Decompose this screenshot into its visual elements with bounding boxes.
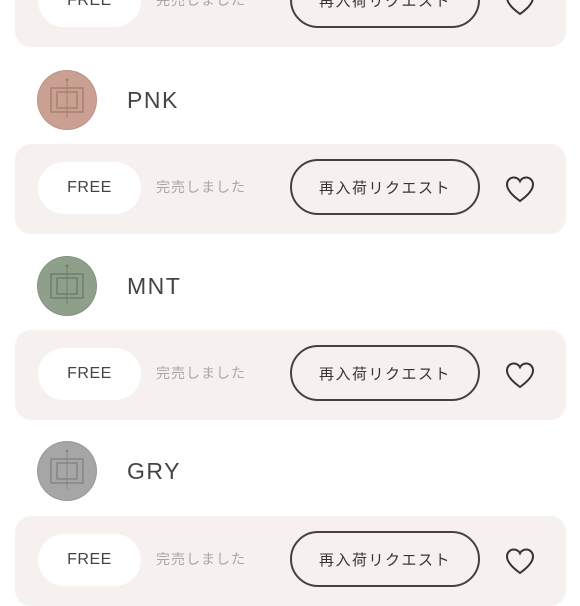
color-name: PNK (127, 87, 179, 113)
restock-request-label: 再入荷リクエスト (318, 178, 451, 197)
size-option-free[interactable]: FREE (38, 534, 141, 586)
color-row-gry: GRY (0, 441, 580, 521)
size-label: FREE (67, 365, 112, 382)
variant-card: FREE 完売しました 再入荷リクエスト (15, 516, 566, 606)
compact-emblem-icon (50, 449, 84, 489)
favorite-button[interactable] (503, 359, 537, 391)
color-name: GRY (127, 458, 181, 484)
color-row-pnk: PNK (0, 70, 580, 150)
size-label: FREE (67, 0, 112, 9)
color-swatch-gry[interactable] (37, 441, 97, 501)
color-swatch-pnk[interactable] (37, 70, 97, 130)
restock-request-button[interactable]: 再入荷リクエスト (290, 531, 480, 587)
restock-request-button[interactable]: 再入荷リクエスト (290, 159, 480, 215)
variant-card: FREE 完売しました 再入荷リクエスト (15, 0, 566, 47)
restock-request-label: 再入荷リクエスト (318, 550, 451, 569)
variant-card: FREE 完売しました 再入荷リクエスト (15, 144, 566, 234)
size-option-free[interactable]: FREE (38, 162, 141, 214)
sold-out-status: 完売しました (156, 180, 246, 196)
size-option-free[interactable]: FREE (38, 348, 141, 400)
sold-out-status: 完売しました (156, 366, 246, 382)
heart-outline-icon (505, 362, 535, 389)
favorite-button[interactable] (503, 0, 537, 18)
size-label: FREE (67, 551, 112, 568)
color-row-mnt: MNT (0, 256, 580, 336)
sold-out-status: 完売しました (156, 0, 246, 9)
size-label: FREE (67, 179, 112, 196)
restock-request-button[interactable]: 再入荷リクエスト (290, 0, 480, 28)
restock-request-button[interactable]: 再入荷リクエスト (290, 345, 480, 401)
color-name: MNT (127, 273, 182, 299)
heart-outline-icon (506, 0, 534, 16)
color-swatch-mnt[interactable] (37, 256, 97, 316)
sold-out-status: 完売しました (156, 552, 246, 568)
heart-outline-icon (505, 176, 535, 203)
restock-request-label: 再入荷リクエスト (318, 0, 451, 10)
favorite-button[interactable] (503, 545, 537, 577)
compact-emblem-icon (50, 264, 84, 304)
favorite-button[interactable] (503, 173, 537, 205)
color-variant-list: FREE 完売しました 再入荷リクエスト PNK FREE 完売しました 再入荷… (0, 0, 580, 606)
heart-outline-icon (505, 548, 535, 575)
restock-request-label: 再入荷リクエスト (318, 364, 451, 383)
variant-card: FREE 完売しました 再入荷リクエスト (15, 330, 566, 420)
compact-emblem-icon (50, 78, 84, 118)
size-option-free[interactable]: FREE (38, 0, 141, 27)
